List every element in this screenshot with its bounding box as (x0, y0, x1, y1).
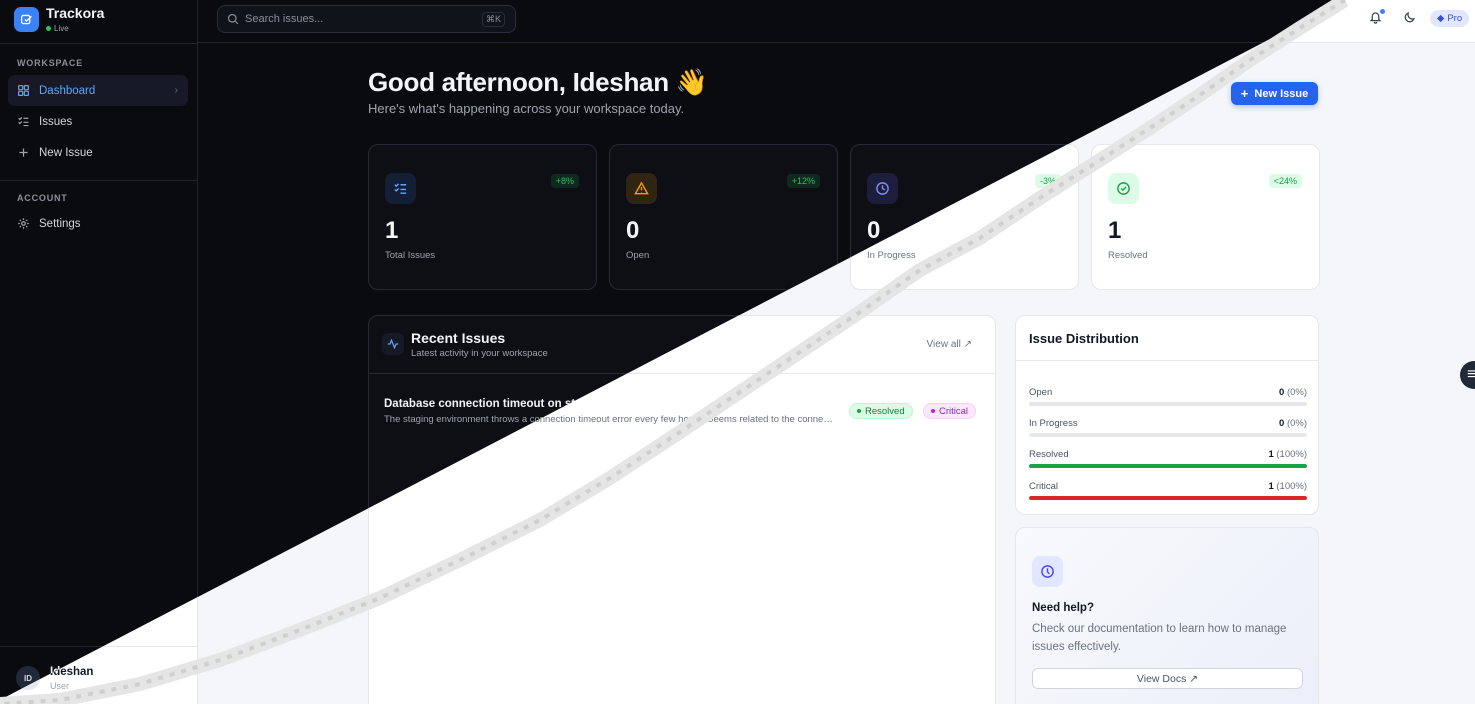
stat-label: Open (626, 250, 650, 261)
recent-issues-title: Recent Issues (411, 330, 506, 346)
gear-icon (17, 217, 30, 230)
floating-toolbar-button[interactable]: ≡ (1460, 361, 1475, 389)
new-issue-button[interactable]: + New Issue (1231, 82, 1318, 105)
greeting-title: Good afternoon, Ideshan 👋 (368, 67, 708, 97)
trend-badge: +8% (550, 174, 579, 188)
progress-bar (1029, 496, 1307, 500)
sidebar-item-new-issue[interactable]: New Issue (8, 137, 188, 168)
stat-card-resolved: <24% 1 Resolved (1091, 144, 1320, 290)
dashboard-icon (17, 84, 30, 97)
help-compass-icon (1032, 556, 1063, 587)
distribution-title: Issue Distribution (1029, 331, 1139, 346)
stat-card-total: +8% 1 Total Issues (368, 144, 597, 290)
brand[interactable]: Trackora Live (14, 6, 104, 33)
notification-bell-icon[interactable] (1369, 9, 1385, 29)
stat-label: In Progress (867, 250, 916, 261)
trend-badge: +12% (786, 174, 820, 188)
help-text: Check our documentation to learn how to … (1032, 623, 1287, 653)
live-status: Live (46, 24, 104, 33)
app-name: Trackora (46, 5, 105, 21)
stat-value: 0 (867, 217, 881, 244)
sidebar: Trackora Live WORKSPACE Dashboard › Issu… (0, 0, 198, 704)
sidebar-item-issues[interactable]: Issues (8, 106, 188, 137)
wave-emoji-icon: 👋 (675, 67, 708, 97)
stat-label: Resolved (1108, 250, 1148, 261)
trend-badge: -3% (1034, 174, 1061, 188)
clock-icon (867, 173, 898, 204)
chevron-right-icon: › (174, 85, 178, 96)
view-docs-button[interactable]: View Docs ↗ (1032, 668, 1303, 689)
stat-value: 1 (385, 217, 399, 244)
help-title: Need help? (1032, 602, 1094, 614)
search-shortcut: ⌘K (481, 12, 505, 27)
help-card: Need help? Check our documentation to le… (1015, 527, 1319, 704)
check-circle-icon (1108, 173, 1139, 204)
workspace-section-label: WORKSPACE (17, 58, 84, 68)
user-role: User (50, 681, 70, 691)
theme-toggle-moon-icon[interactable] (1403, 11, 1416, 29)
search-input[interactable]: Search issues... ⌘K (217, 5, 516, 33)
sidebar-item-settings[interactable]: Settings (8, 208, 188, 239)
sliders-icon: ≡ (1467, 366, 1475, 383)
account-section-label: ACCOUNT (17, 193, 68, 203)
view-all-link[interactable]: View all ↗ (927, 339, 972, 350)
list-icon (17, 115, 30, 128)
external-arrow-icon: ↗ (963, 339, 972, 350)
external-arrow-icon: ↗ (1189, 672, 1199, 685)
trend-badge: <24% (1268, 174, 1302, 188)
warning-icon (626, 173, 657, 204)
stat-card-open: +12% 0 Open (609, 144, 838, 290)
status-badge: Resolved (849, 403, 913, 419)
checklist-icon (385, 173, 416, 204)
sidebar-item-dashboard[interactable]: Dashboard › (8, 75, 188, 106)
plus-icon: + (1240, 86, 1249, 101)
sidebar-item-label: Settings (39, 217, 81, 230)
issue-distribution-panel: Issue Distribution Open 0 (0%) In Progre… (1015, 315, 1319, 515)
priority-badge: Critical (923, 403, 977, 419)
sidebar-item-label: Dashboard (39, 84, 96, 97)
search-icon (227, 13, 239, 25)
recent-issues-subtitle: Latest activity in your workspace (411, 348, 548, 359)
stat-label: Total Issues (385, 250, 436, 261)
app-logo-icon (14, 7, 39, 32)
plus-icon (17, 146, 30, 159)
sidebar-item-label: Issues (39, 115, 73, 128)
stat-value: 1 (1108, 217, 1122, 244)
activity-icon (382, 333, 404, 355)
progress-bar (1029, 464, 1307, 468)
search-placeholder: Search issues... (245, 13, 324, 25)
greeting-subtitle: Here's what's happening across your work… (368, 101, 685, 116)
diamond-icon: ◆ (1437, 13, 1445, 24)
progress-bar (1029, 433, 1307, 437)
sidebar-item-label: New Issue (39, 146, 93, 159)
stat-value: 0 (626, 217, 640, 244)
progress-bar (1029, 402, 1307, 406)
plan-badge[interactable]: ◆ Pro (1430, 10, 1470, 27)
